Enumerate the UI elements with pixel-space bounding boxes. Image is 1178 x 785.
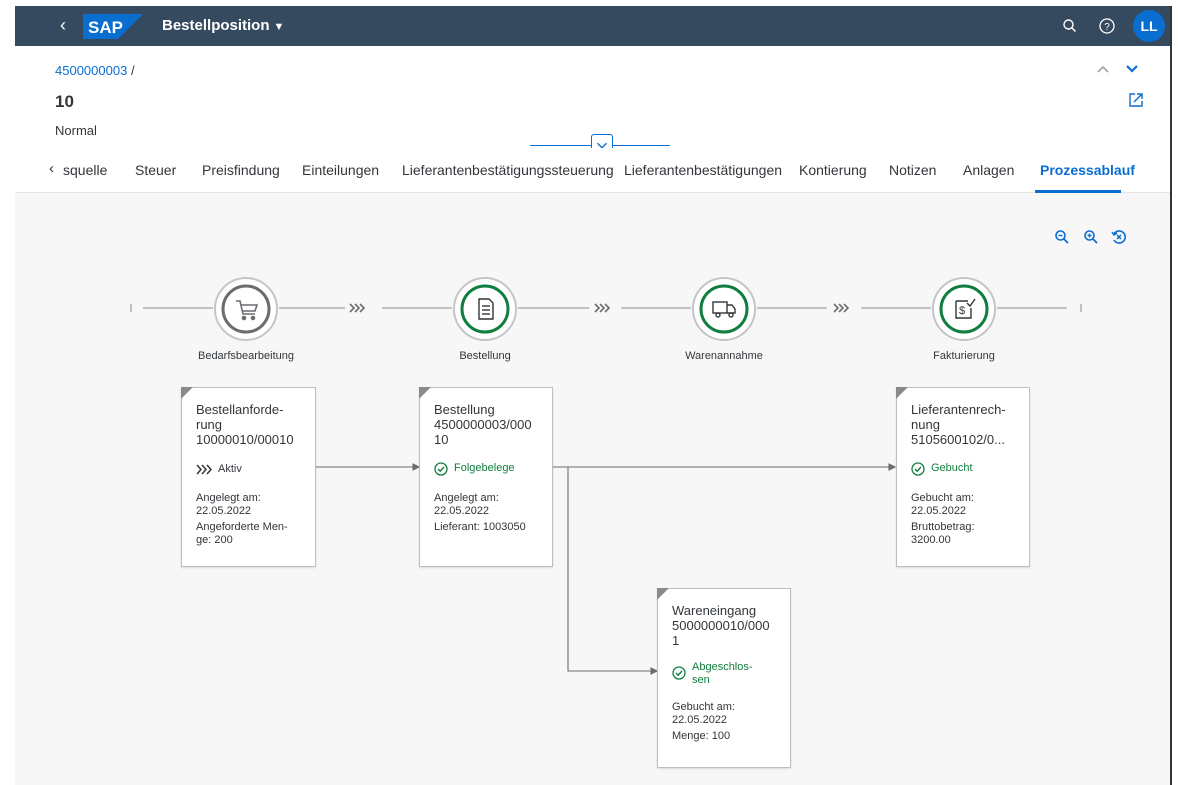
- zoom-out-icon[interactable]: [1053, 228, 1071, 246]
- check-circle-icon: [911, 462, 925, 476]
- share-icon[interactable]: [1126, 90, 1146, 110]
- lane-bestellung-icon[interactable]: [452, 276, 518, 342]
- lane-bedarfsbearbeitung-icon[interactable]: [213, 276, 279, 342]
- tab-kontierung[interactable]: Kontierung: [799, 162, 867, 178]
- check-circle-icon: [672, 666, 686, 680]
- node-meta: Angelegt am: 22.05.2022 Angeforderte Men…: [196, 492, 288, 546]
- lane-label-warenannahme: Warenannahme: [685, 350, 763, 362]
- object-title: 10: [55, 92, 74, 111]
- object-header: 4500000003 / 10 Normal: [15, 46, 1170, 156]
- sap-logo: SAP: [83, 14, 143, 39]
- node-title: Bestellanforde- rung 10000010/00010: [196, 402, 294, 447]
- node-title: Bestellung 4500000003/000 10: [434, 402, 532, 447]
- node-title: Lieferantenrech- nung 5105600102/0...: [911, 402, 1006, 447]
- svg-text:$: $: [959, 305, 965, 317]
- zoom-in-icon[interactable]: [1082, 228, 1100, 246]
- process-node-lieferantenrechnung[interactable]: Lieferantenrech- nung 5105600102/0... Ge…: [896, 387, 1030, 567]
- node-status: Abgeschlos- sen: [672, 661, 753, 687]
- lane-chevrons: [349, 303, 850, 313]
- process-node-wareneingang[interactable]: Wareneingang 5000000010/000 1 Abgeschlos…: [657, 588, 791, 768]
- node-connectors: [316, 463, 897, 675]
- tab-lieferantenbestaetigungen[interactable]: Lieferantenbestätigungen: [624, 162, 782, 178]
- tab-bar: ‹ squelle Steuer Preisfindung Einteilung…: [15, 148, 1170, 193]
- tab-steuer[interactable]: Steuer: [135, 162, 176, 178]
- tab-prozessablauf[interactable]: Prozessablauf: [1040, 162, 1135, 178]
- breadcrumb-link[interactable]: 4500000003: [55, 63, 127, 78]
- node-corner: [657, 588, 669, 600]
- lane-label-bestellung: Bestellung: [459, 350, 511, 362]
- node-corner: [896, 387, 908, 399]
- tab-anlagen[interactable]: Anlagen: [963, 162, 1014, 178]
- tab-preisfindung[interactable]: Preisfindung: [202, 162, 280, 178]
- node-corner: [419, 387, 431, 399]
- zoom-reset-icon[interactable]: [1110, 228, 1128, 246]
- tab-einteilungen[interactable]: Einteilungen: [302, 162, 379, 178]
- node-corner: [181, 387, 193, 399]
- window-edge: [1170, 6, 1172, 785]
- active-tab-indicator: [1035, 190, 1121, 193]
- node-status: Gebucht: [911, 462, 973, 476]
- object-subtitle: Normal: [55, 123, 97, 138]
- app-title: Bestellposition: [162, 17, 270, 34]
- app-title-menu[interactable]: Bestellposition ▼: [162, 17, 284, 34]
- node-status: Folgebelege: [434, 462, 515, 476]
- process-chevrons-icon: [196, 464, 212, 475]
- tab-lieferantenbestaetigungssteuerung[interactable]: Lieferantenbestätigungssteuerung: [402, 162, 614, 178]
- process-node-bestellanforderung[interactable]: Bestellanforde- rung 10000010/00010 Akti…: [181, 387, 316, 567]
- svg-text:?: ?: [1104, 22, 1110, 33]
- lane-label-bedarfsbearbeitung: Bedarfsbearbeitung: [197, 350, 294, 362]
- node-meta: Gebucht am: 22.05.2022 Menge: 100: [672, 701, 735, 742]
- tab-notizen[interactable]: Notizen: [889, 162, 936, 178]
- breadcrumb-separator: /: [130, 63, 135, 78]
- caret-down-icon: ▼: [273, 21, 285, 33]
- check-circle-icon: [434, 462, 448, 476]
- search-icon[interactable]: [1060, 16, 1080, 36]
- node-status: Aktiv: [196, 463, 242, 476]
- help-icon[interactable]: ?: [1097, 16, 1117, 36]
- shell-bar: ‹ SAP Bestellposition ▼ ? LL: [15, 6, 1170, 46]
- app-frame: ‹ SAP Bestellposition ▼ ? LL 4500000003 /…: [15, 6, 1170, 785]
- node-meta: Angelegt am: 22.05.2022 Lieferant: 10030…: [434, 492, 526, 533]
- user-avatar[interactable]: LL: [1133, 10, 1165, 42]
- lane-fakturierung-icon[interactable]: $: [931, 276, 997, 342]
- back-button[interactable]: ‹: [53, 15, 73, 35]
- tab-bezugsquelle[interactable]: squelle: [63, 162, 107, 178]
- tab-scroll-left-icon[interactable]: ‹: [49, 160, 54, 177]
- node-title: Wareneingang 5000000010/000 1: [672, 603, 770, 648]
- lane-warenannahme-icon[interactable]: [691, 276, 757, 342]
- chevron-down-icon[interactable]: [1123, 60, 1141, 78]
- lane-label-fakturierung: Fakturierung: [933, 350, 995, 362]
- svg-text:SAP: SAP: [88, 18, 123, 37]
- process-node-bestellung[interactable]: Bestellung 4500000003/000 10 Folgebelege…: [419, 387, 553, 567]
- chevron-up-icon[interactable]: [1094, 60, 1112, 78]
- node-meta: Gebucht am: 22.05.2022 Bruttobetrag: 320…: [911, 492, 975, 546]
- breadcrumb: 4500000003 /: [55, 63, 135, 78]
